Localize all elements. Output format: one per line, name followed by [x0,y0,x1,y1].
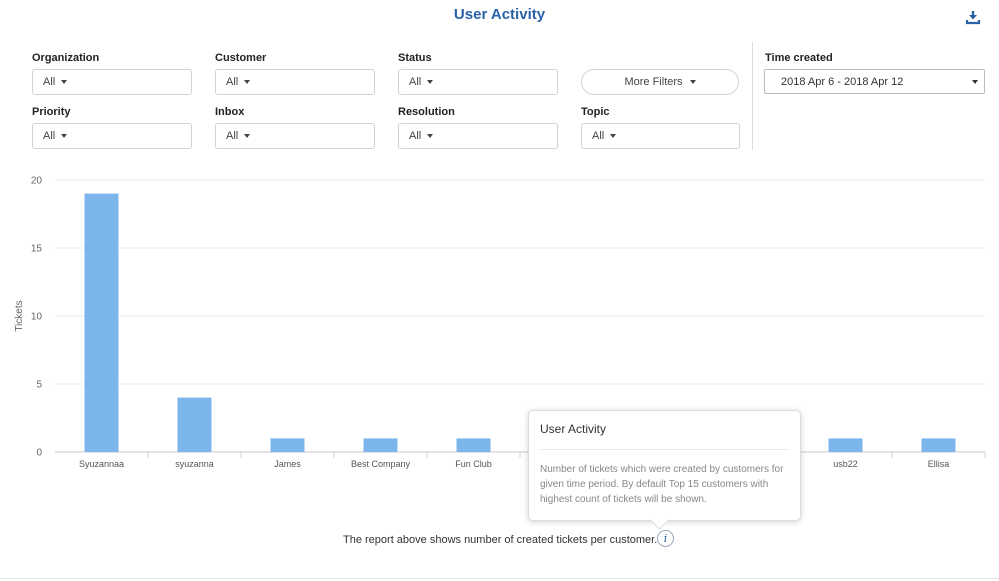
inbox-select[interactable]: All [215,123,375,149]
x-tick-label: Ellisa [928,459,950,469]
time-created-label: Time created [765,52,833,64]
x-tick-label: Syuzannaa [79,459,124,469]
y-axis-title: Tickets [14,300,25,331]
info-tooltip: User Activity Number of tickets which we… [528,410,801,530]
bar-ellisa [921,438,956,452]
y-tick-label: 15 [31,244,43,255]
status-select[interactable]: All [398,69,558,95]
topic-select[interactable]: All [581,123,740,149]
bar-usb22 [828,438,863,452]
resolution-select[interactable]: All [398,123,558,149]
x-tick-label: usb22 [833,459,858,469]
time-created-select[interactable]: 2018 Apr 6 - 2018 Apr 12 [764,69,985,94]
bar-syuzanna [177,397,212,452]
customer-select[interactable]: All [215,69,375,95]
filter-divider [752,42,753,150]
tooltip-title: User Activity [540,422,607,436]
bar-syuzannaa [84,193,119,452]
caret-down-icon [610,134,617,138]
bar-best-company [363,438,398,452]
customer-value: All [226,76,239,88]
x-tick-label: James [274,459,301,469]
bar-fun-club [456,438,491,452]
y-tick-label: 5 [36,380,42,391]
report-description: The report above shows number of created… [343,534,658,546]
x-tick-label: syuzanna [175,459,214,469]
x-tick-label: Fun Club [455,459,492,469]
caret-down-icon [244,80,251,84]
resolution-label: Resolution [398,106,455,118]
tooltip-divider [540,449,789,450]
page-title: User Activity [453,6,546,23]
more-filters-button[interactable]: More Filters [581,69,739,95]
inbox-value: All [226,130,239,142]
more-filters-label: More Filters [624,76,683,88]
organization-select[interactable]: All [32,69,192,95]
caret-down-icon [61,80,68,84]
x-tick-label: Best Company [351,459,411,469]
organization-value: All [43,76,56,88]
caret-down-icon [689,80,696,84]
caret-down-icon [244,134,251,138]
priority-label: Priority [32,106,71,118]
download-icon [965,9,981,25]
status-label: Status [398,52,432,64]
bar-james [270,438,305,452]
resolution-value: All [409,130,422,142]
priority-value: All [43,130,56,142]
status-value: All [409,76,422,88]
caret-down-icon [972,80,978,84]
organization-label: Organization [32,52,100,64]
time-created-value: 2018 Apr 6 - 2018 Apr 12 [781,75,904,88]
priority-select[interactable]: All [32,123,192,149]
caret-down-icon [427,134,434,138]
topic-value: All [592,130,605,142]
y-tick-label: 10 [31,312,43,323]
y-tick-label: 0 [36,448,42,459]
tooltip-arrow [650,511,669,530]
topic-label: Topic [581,106,610,118]
caret-down-icon [61,134,68,138]
download-button[interactable] [962,6,984,28]
info-icon[interactable]: i [657,530,674,547]
customer-label: Customer [215,52,267,64]
caret-down-icon [427,80,434,84]
y-tick-label: 20 [31,176,43,187]
tooltip-body: Number of tickets which were created by … [540,464,784,505]
tickets-bar-chart: 0 5 10 15 20 Tickets Syuzannaa syuzanna James Bes… [14,176,986,469]
inbox-label: Inbox [215,106,245,118]
bottom-divider [0,578,999,579]
